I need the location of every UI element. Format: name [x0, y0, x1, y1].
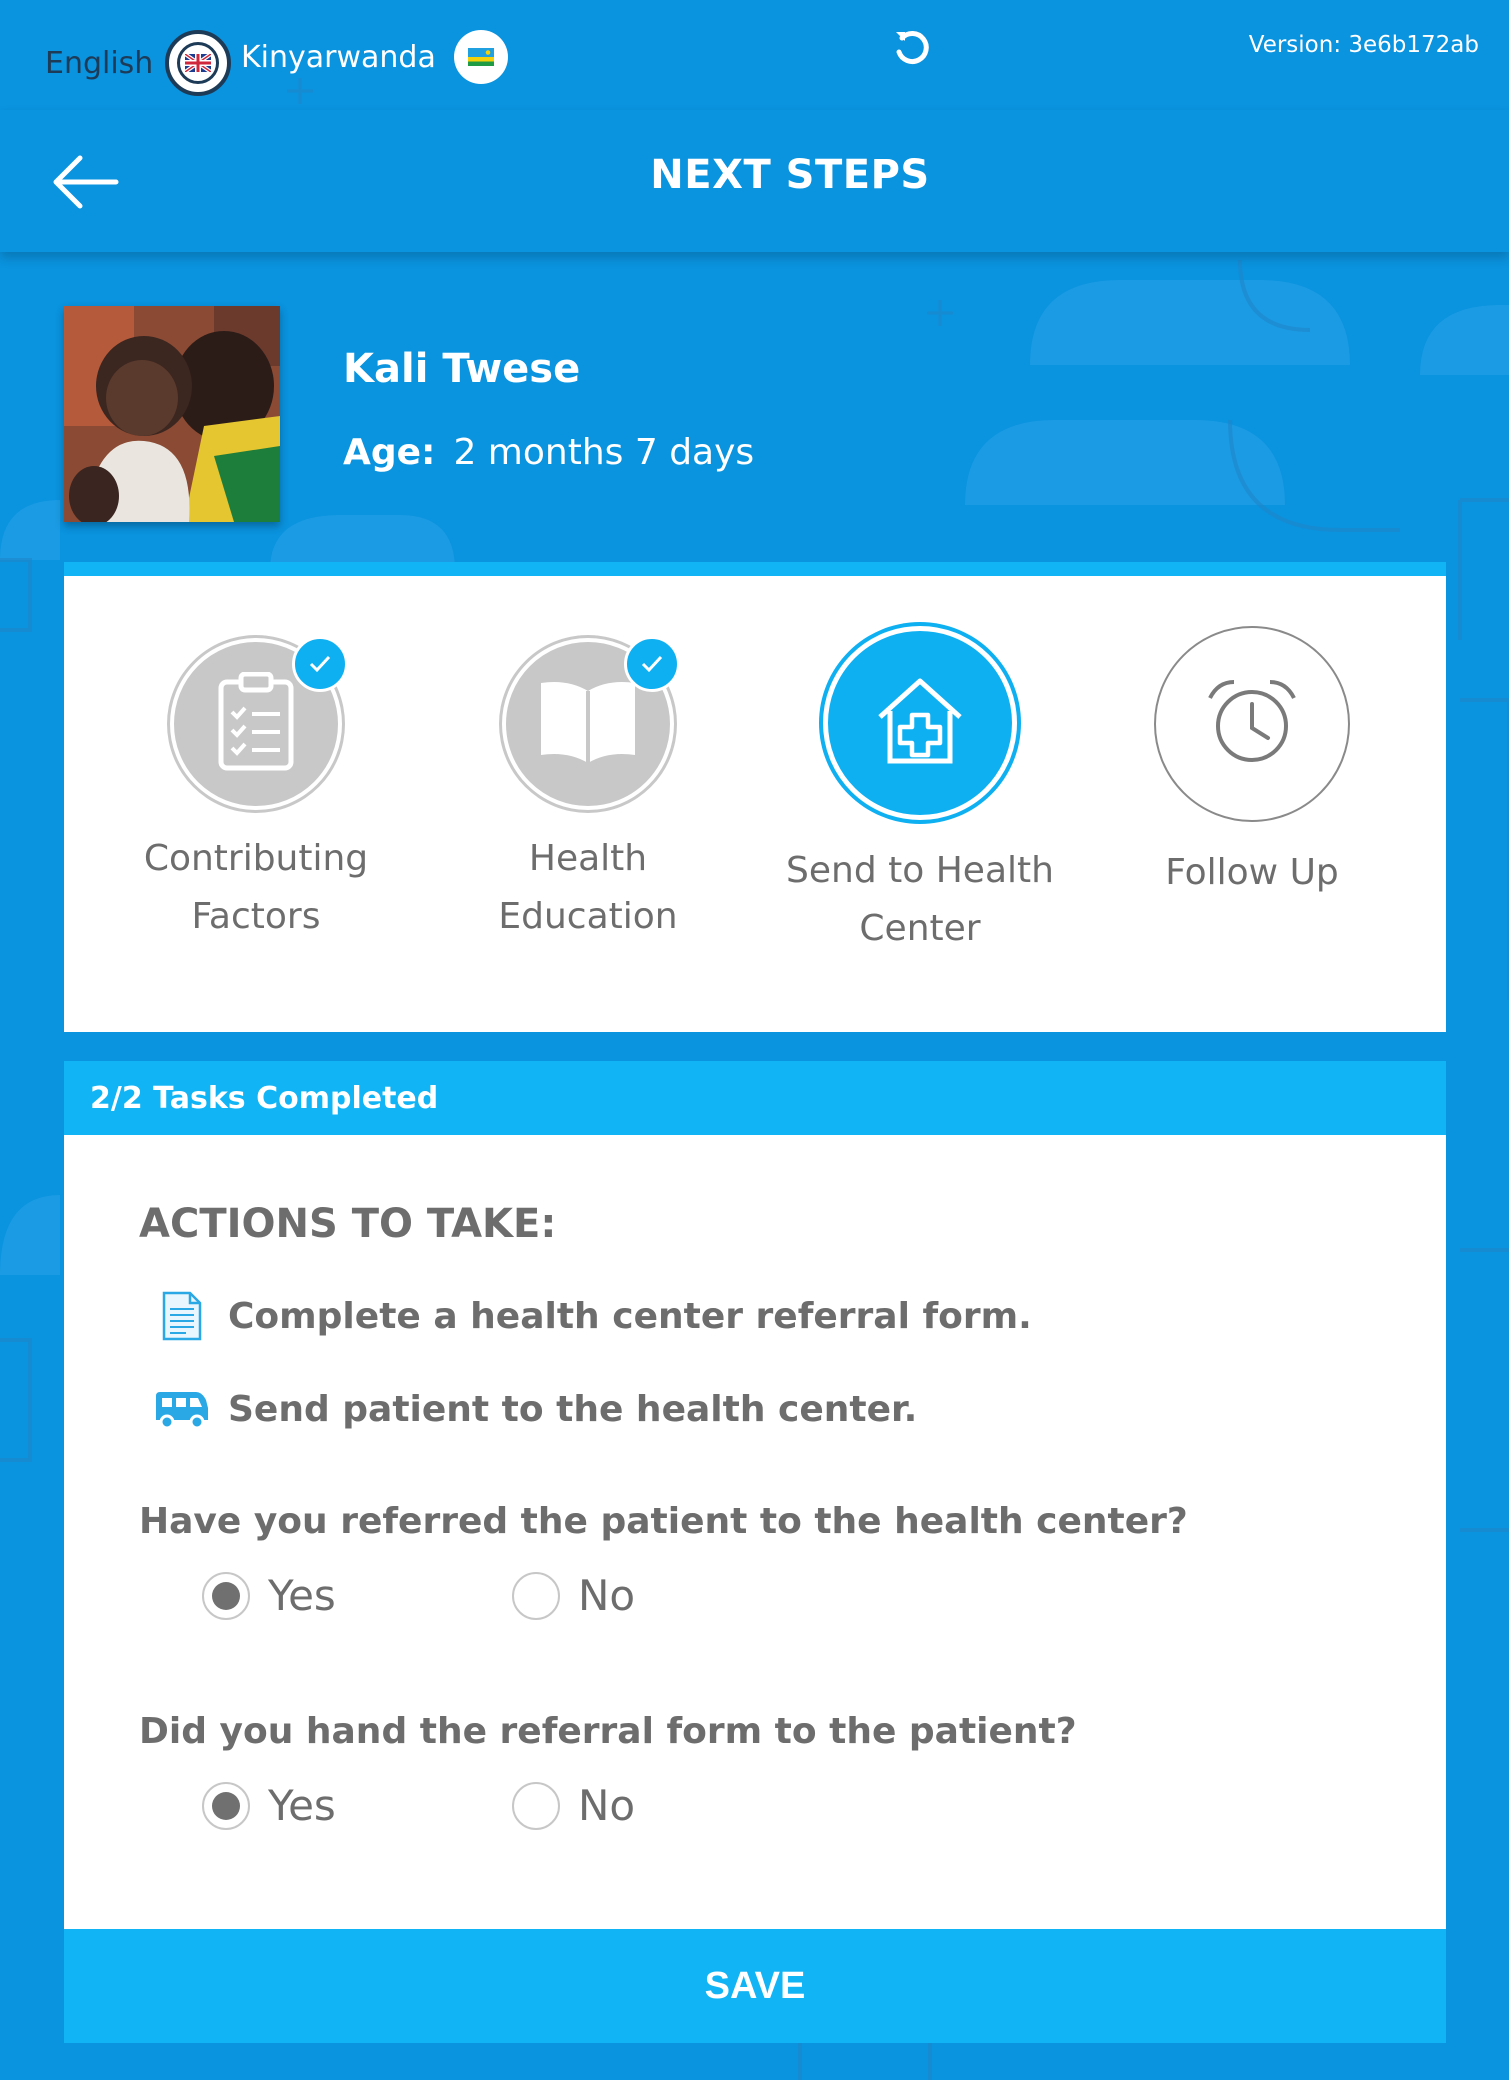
patient-age: Age: 2 months 7 days [343, 432, 754, 473]
action-item: Complete a health center referral form. [154, 1289, 1032, 1343]
radio-label: Yes [268, 1571, 336, 1620]
radio-dot [512, 1571, 560, 1620]
question-referred: Have you referred the patient to the hea… [139, 1501, 1188, 1542]
action-text: Send patient to the health center. [228, 1389, 918, 1430]
van-icon [154, 1390, 210, 1430]
page-header: NEXT STEPS [0, 110, 1509, 252]
check-icon [292, 636, 348, 692]
question-form-handed: Did you hand the referral form to the pa… [139, 1711, 1077, 1752]
age-label: Age: [343, 432, 436, 473]
step-label: Send to Health Center [786, 850, 1054, 949]
language-kinyarwanda[interactable]: Kinyarwanda [241, 30, 508, 84]
radio-group-referred: Yes No [202, 1571, 822, 1620]
actions-title: ACTIONS TO TAKE: [139, 1201, 557, 1247]
health-center-icon [872, 673, 968, 773]
step-circle [823, 626, 1017, 820]
age-value: 2 months 7 days [453, 432, 755, 473]
radio-label: No [578, 1781, 636, 1830]
alarm-clock-icon [1204, 674, 1300, 774]
next-steps-card: Contributing Factors Health Education Se… [64, 562, 1446, 1032]
step-circle [1154, 626, 1350, 822]
radio-form-handed-no[interactable]: No [512, 1781, 822, 1830]
language-english[interactable]: English [45, 30, 232, 96]
radio-referred-yes[interactable]: Yes [202, 1571, 512, 1620]
action-text: Complete a health center referral form. [228, 1295, 1032, 1337]
patient-photo [64, 306, 280, 522]
refresh-icon[interactable] [890, 26, 934, 70]
uk-flag-icon [165, 30, 232, 96]
action-item: Send patient to the health center. [154, 1389, 917, 1430]
patient-name: Kali Twese [343, 346, 581, 392]
step-circle [170, 636, 348, 810]
radio-label: Yes [268, 1781, 336, 1830]
save-button[interactable]: SAVE [64, 1929, 1446, 2043]
clipboard-checklist-icon [216, 671, 296, 776]
top-bar: English Kinyarwanda Version: 3e6b172ab [0, 0, 1509, 110]
step-label: Contributing Factors [143, 838, 369, 937]
step-label: Follow Up [1165, 852, 1339, 893]
language-label-english: English [45, 45, 154, 81]
radio-dot [202, 1781, 250, 1830]
step-health-education[interactable]: Health Education [438, 636, 738, 946]
version-label: Version: 3e6b172ab [1248, 32, 1479, 58]
tasks-card: 2/2 Tasks Completed ACTIONS TO TAKE: Com… [64, 1061, 1446, 2043]
step-label: Health Education [498, 838, 678, 937]
check-icon [624, 636, 680, 692]
radio-form-handed-yes[interactable]: Yes [202, 1781, 512, 1830]
rwanda-flag-icon [453, 30, 508, 84]
radio-dot [512, 1781, 560, 1830]
page-title: NEXT STEPS [650, 152, 930, 198]
language-label-kinyarwanda: Kinyarwanda [241, 39, 436, 75]
radio-label: No [578, 1571, 636, 1620]
step-follow-up[interactable]: Follow Up [1102, 626, 1402, 902]
document-icon [154, 1289, 210, 1343]
step-circle [502, 636, 680, 810]
tasks-status-bar: 2/2 Tasks Completed [64, 1061, 1446, 1135]
step-contributing-factors[interactable]: Contributing Factors [106, 636, 406, 946]
open-book-icon [533, 677, 643, 771]
radio-referred-no[interactable]: No [512, 1571, 822, 1620]
step-send-to-health-center[interactable]: Send to Health Center [770, 626, 1070, 958]
radio-dot [202, 1571, 250, 1620]
radio-group-form-handed: Yes No [202, 1781, 822, 1830]
